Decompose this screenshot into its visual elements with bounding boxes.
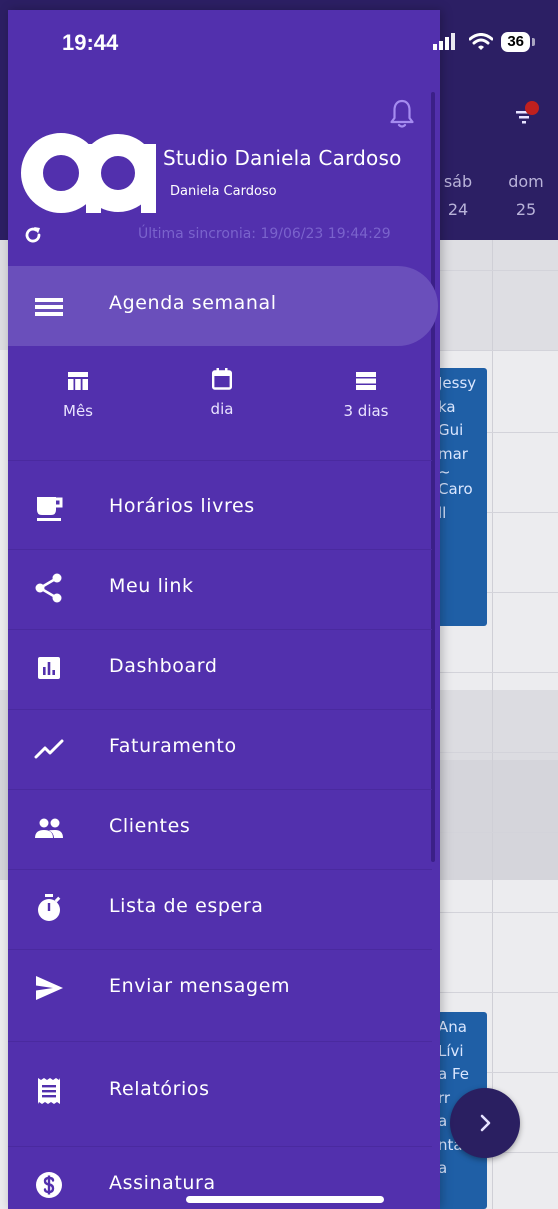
menu-item-relatorios[interactable]: Relatórios [8,1052,432,1132]
home-indicator[interactable] [186,1196,384,1203]
event-text: ka [438,397,456,416]
menu-item-clientes[interactable]: Clientes [8,789,432,869]
share-icon [35,573,62,603]
battery-indicator: 36 [501,32,535,52]
receipt-icon [38,1078,60,1104]
view-month[interactable]: Mês [8,366,148,420]
signal-icon [433,33,456,50]
bell-icon[interactable] [388,98,416,130]
filter-icon[interactable] [510,100,540,130]
coffee-icon [37,497,63,521]
view-switcher: Mês dia 3 dias [8,366,440,446]
column-divider [492,240,493,1209]
studio-name: Studio Daniela Cardoso [163,146,402,170]
send-icon [36,976,63,1000]
last-sync-text: Última sincronia: 19/06/23 19:44:29 [138,226,391,242]
dollar-icon [36,1172,62,1198]
menu-item-label: Assinatura [109,1172,216,1194]
event-text: Jessy [438,374,477,392]
status-time: 19:44 [62,30,119,55]
three-days-icon [356,372,376,390]
hour-line [430,912,558,913]
menu-item-lista-de-espera[interactable]: Lista de espera [8,869,432,949]
hour-line [430,350,558,351]
status-icons: 36 [433,32,535,52]
wifi-icon [469,33,494,50]
menu-item-label: Horários livres [109,495,255,517]
timer-icon [38,894,61,921]
hour-line [430,832,558,833]
menu-item-label: Faturamento [109,735,237,757]
day-name: dom [508,172,544,191]
day-number: 25 [515,200,537,219]
menu-item-label: Agenda semanal [109,292,277,314]
chevron-right-icon [480,1114,491,1132]
refresh-icon[interactable] [22,224,44,246]
hour-line [430,992,558,993]
navigation-drawer: Studio Daniela Cardoso Daniela Cardoso Ú… [8,10,440,1209]
dashboard-icon [38,657,60,679]
view-three-days[interactable]: 3 dias [296,366,436,420]
menu-item-label: Relatórios [109,1078,210,1100]
menu-item-agenda-semanal[interactable]: Agenda semanal [8,266,438,346]
hour-line [430,270,558,271]
event-text: Gui [438,421,464,439]
event-text: ~ [438,463,451,481]
user-name: Daniela Cardoso [170,184,277,199]
menu-item-label: Clientes [109,815,191,837]
event-text: ll [438,503,447,522]
menu-item-dashboard[interactable]: Dashboard [8,629,432,709]
view-day[interactable]: dia [152,366,292,418]
menu-divider [8,1041,432,1042]
event-text: Caro [438,480,473,498]
view-label: dia [210,400,234,418]
hour-line [430,672,558,673]
menu-item-horarios-livres[interactable]: Horários livres [8,469,432,549]
event-text: a Fe [438,1065,469,1083]
view-label: 3 dias [343,402,389,420]
menu-item-faturamento[interactable]: Faturamento [8,709,432,789]
menu-item-label: Enviar mensagem [109,975,291,997]
menu-item-label: Meu link [109,575,194,597]
week-menu-icon [35,298,63,316]
calendar-day-icon [212,368,232,390]
day-header-sun[interactable]: dom 25 [496,168,556,224]
hour-line [430,752,558,753]
view-label: Mês [63,402,93,420]
menu-item-label: Lista de espera [109,895,264,917]
month-view-icon [68,372,88,390]
event-text: Lívi [438,1041,464,1060]
event-text: a [438,1159,448,1177]
people-icon [35,818,63,838]
event-text: Ana [438,1018,467,1036]
studio-logo [21,133,156,213]
trending-up-icon [34,739,64,759]
menu-item-meu-link[interactable]: Meu link [8,549,432,629]
menu-divider [8,460,432,461]
menu-item-label: Dashboard [109,655,218,677]
menu-item-enviar-mensagem[interactable]: Enviar mensagem [8,949,432,1029]
next-week-button[interactable] [450,1088,520,1158]
